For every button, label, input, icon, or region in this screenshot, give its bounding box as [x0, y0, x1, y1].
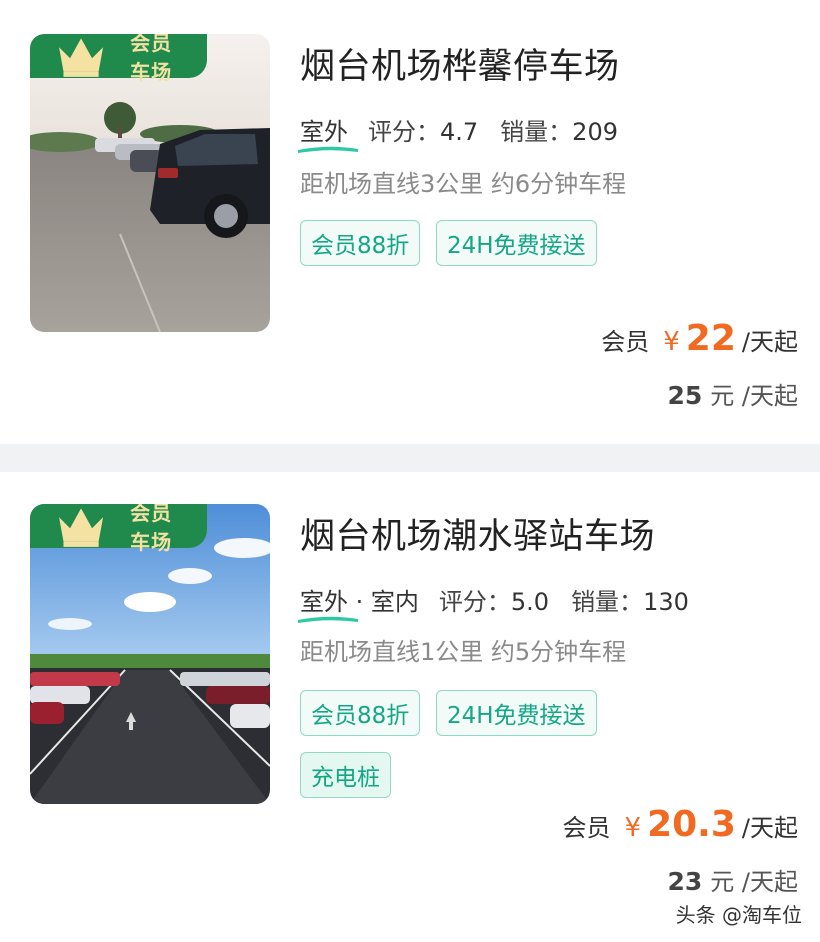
environment-text: 室外 · 室内	[300, 588, 419, 616]
member-discount-tag: 会员88折	[300, 690, 421, 736]
lot-meta: 室外 · 室内 评分： 5.0 销量： 130	[298, 582, 689, 623]
distance-info: 距机场直线3公里 约6分钟车程	[300, 170, 627, 198]
crown-icon	[59, 508, 104, 547]
environment-label: 室外 · 室内	[298, 582, 419, 623]
regular-price-amount: 23	[667, 867, 703, 896]
free-shuttle-tag: 24H免费接送	[436, 690, 597, 736]
parking-lot-photo[interactable]: 会员车场	[30, 504, 270, 804]
lot-meta: 室外 评分： 4.7 销量： 209	[298, 112, 618, 153]
member-price-label: 会员	[601, 328, 650, 356]
rating-value: 4.7	[440, 118, 479, 146]
charging-station-tag: 充电桩	[300, 752, 391, 798]
member-price-amount: 20.3	[647, 804, 736, 845]
rating-value: 5.0	[510, 588, 550, 616]
sales-value: 209	[572, 118, 618, 146]
member-discount-tag: 会员88折	[300, 220, 421, 266]
regular-price-unit: 元 /天起	[710, 382, 798, 410]
currency-symbol: ¥	[663, 327, 680, 357]
highlight-underline	[298, 146, 358, 153]
parking-lot-name[interactable]: 烟台机场潮水驿站车场	[300, 508, 655, 559]
rating-label: 评分：	[438, 588, 511, 616]
regular-price: 23 元 /天起	[667, 862, 798, 897]
member-price-label: 会员	[562, 814, 611, 842]
parking-lot-card[interactable]: 会员车场 烟台机场桦馨停车场 室外 评分： 4.7 销量： 209 距机场直线3…	[0, 0, 820, 444]
member-price-amount: 22	[685, 318, 736, 359]
price-unit: /天起	[741, 814, 798, 842]
source-watermark: 头条 @淘车位	[675, 903, 802, 927]
parking-lot-photo[interactable]: 会员车场	[30, 34, 270, 332]
sales-label: 销量：	[571, 588, 644, 616]
regular-price-unit: 元 /天起	[710, 868, 798, 896]
rating-label: 评分：	[368, 118, 440, 146]
regular-price: 25 元 /天起	[667, 376, 798, 411]
currency-symbol: ¥	[624, 813, 642, 843]
member-lot-badge: 会员车场	[30, 34, 207, 84]
badge-label: 会员车场	[130, 34, 173, 84]
member-lot-badge: 会员车场	[30, 504, 207, 554]
free-shuttle-tag: 24H免费接送	[436, 220, 597, 266]
price-unit: /天起	[741, 328, 798, 356]
environment-label: 室外	[298, 112, 358, 153]
parking-lot-name[interactable]: 烟台机场桦馨停车场	[300, 38, 620, 89]
member-price: 会员 ¥ 22 /天起	[601, 318, 798, 359]
highlight-underline	[298, 616, 358, 623]
distance-info: 距机场直线1公里 约5分钟车程	[300, 638, 627, 666]
crown-icon	[59, 38, 104, 77]
regular-price-amount: 25	[667, 381, 703, 410]
badge-label: 会员车场	[130, 504, 173, 554]
sales-label: 销量：	[500, 118, 573, 146]
member-price: 会员 ¥ 20.3 /天起	[563, 804, 798, 845]
sales-value: 130	[643, 588, 689, 616]
environment-text: 室外	[300, 118, 348, 146]
